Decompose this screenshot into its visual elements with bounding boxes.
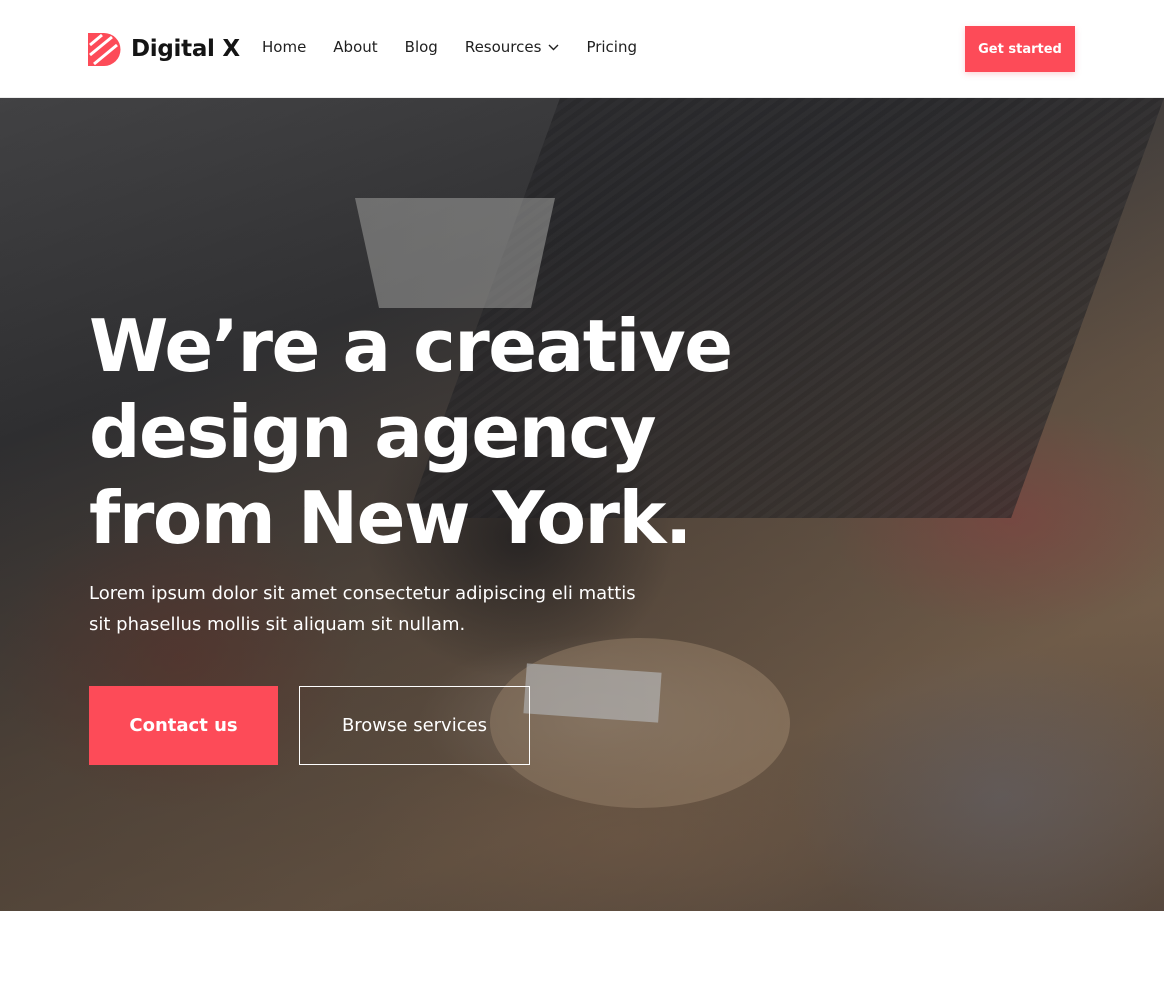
get-started-button[interactable]: Get started xyxy=(965,26,1075,72)
nav-item-resources-label: Resources xyxy=(464,38,542,56)
nav-item-pricing[interactable]: Pricing xyxy=(586,38,637,56)
logo-mark-icon xyxy=(88,32,121,66)
contact-us-button[interactable]: Contact us xyxy=(89,686,278,765)
hero-title: We’re a creative design agency from New … xyxy=(89,304,733,560)
brand-logo[interactable]: Digital X xyxy=(88,31,240,67)
main-nav: Home About Blog Resources Pricing xyxy=(262,38,664,56)
browse-services-button[interactable]: Browse services xyxy=(299,686,530,765)
chevron-down-icon xyxy=(548,44,559,50)
hero-section: We’re a creative design agency from New … xyxy=(0,98,1164,911)
nav-item-resources[interactable]: Resources xyxy=(465,38,560,56)
hero-subtitle: Lorem ipsum dolor sit amet consectetur a… xyxy=(89,583,636,635)
site-header: Digital X Home About Blog Resources Pric… xyxy=(0,0,1164,98)
brand-name: Digital X xyxy=(131,36,240,62)
nav-item-blog[interactable]: Blog xyxy=(405,38,438,56)
nav-item-home[interactable]: Home xyxy=(262,38,306,56)
nav-item-about[interactable]: About xyxy=(333,38,377,56)
